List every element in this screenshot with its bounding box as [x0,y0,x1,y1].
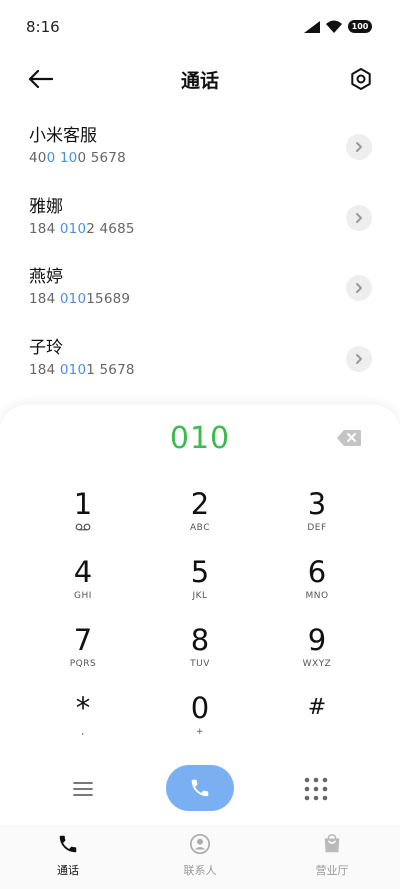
detail-button[interactable] [346,134,372,160]
gear-icon [351,68,371,90]
contact-name: 小米客服 [29,126,97,146]
key-7[interactable]: 7 PQRS [33,623,133,687]
contact-name: 子玲 [29,337,63,358]
key-1[interactable]: 1 [33,487,133,551]
key-9[interactable]: 9 WXYZ [267,623,367,687]
battery-icon: 100 [348,20,372,33]
key-5[interactable]: 5 JKL [150,555,250,619]
detail-button[interactable] [346,345,372,372]
contact-name: 燕婷 [29,267,63,287]
dialpad: 010 1 2 ABC 3 DEF 4 GHI 5 JKL 6 MNO 7 PQ… [0,405,400,825]
key-hash[interactable]: # [267,691,367,755]
voicemail-icon [75,523,91,531]
settings-button[interactable] [346,64,376,94]
menu-button[interactable] [66,777,100,801]
result-item[interactable]: 雅娜 184 0102 4685 [0,183,400,254]
tab-label: 联系人 [183,864,217,877]
contact-number: 400 100 5678 [29,150,126,166]
search-results: 小米客服 400 100 5678 雅娜 184 0102 4685 燕婷 18… [0,112,400,394]
tab-label: 营业厅 [315,864,349,877]
key-3[interactable]: 3 DEF [267,487,367,551]
status-icons: 100 [304,20,372,33]
key-8[interactable]: 8 TUV [150,623,250,687]
contact-number: 184 01015689 [29,291,131,307]
result-item[interactable]: 小米客服 400 100 5678 [0,112,400,183]
detail-button[interactable] [346,275,372,301]
action-row [0,763,400,815]
bottom-nav: 通话 联系人 营业厅 [0,825,400,889]
key-0[interactable]: 0 + [150,691,250,755]
header: 通话 [0,52,400,106]
chevron-right-icon [356,212,362,223]
key-4[interactable]: 4 GHI [33,555,133,619]
chevron-right-icon [356,283,362,293]
tab-service-hall[interactable]: 营业厅 [272,833,392,878]
contact-number: 184 0102 4685 [29,220,135,237]
contact-icon [190,834,210,854]
chevron-right-icon [356,353,362,364]
result-item[interactable]: 燕婷 184 01015689 [0,253,400,324]
key-star[interactable]: * , [33,691,133,755]
key-2[interactable]: 2 ABC [150,487,250,551]
key-6[interactable]: 6 MNO [267,555,367,619]
contact-name: 雅娜 [29,196,63,217]
wifi-icon [326,20,342,33]
backspace-icon[interactable] [336,429,362,447]
page-title: 通话 [180,70,219,92]
status-bar: 8:16 100 [0,0,400,52]
result-item[interactable]: 子玲 184 0101 5678 [0,324,400,395]
shopping-bag-icon [324,834,340,853]
menu-icon [73,782,93,796]
status-time: 8:16 [26,18,60,36]
phone-icon [59,835,77,853]
tab-calls[interactable]: 通话 [8,833,128,878]
chevron-right-icon [356,142,362,152]
keypad-icon[interactable] [302,775,330,803]
phone-icon [191,779,209,797]
call-button[interactable] [166,765,234,811]
detail-button[interactable] [346,204,372,231]
signal-icon [304,20,320,33]
contact-number: 184 0101 5678 [29,361,135,378]
tab-contacts[interactable]: 联系人 [140,833,260,878]
tab-label: 通话 [57,864,79,877]
